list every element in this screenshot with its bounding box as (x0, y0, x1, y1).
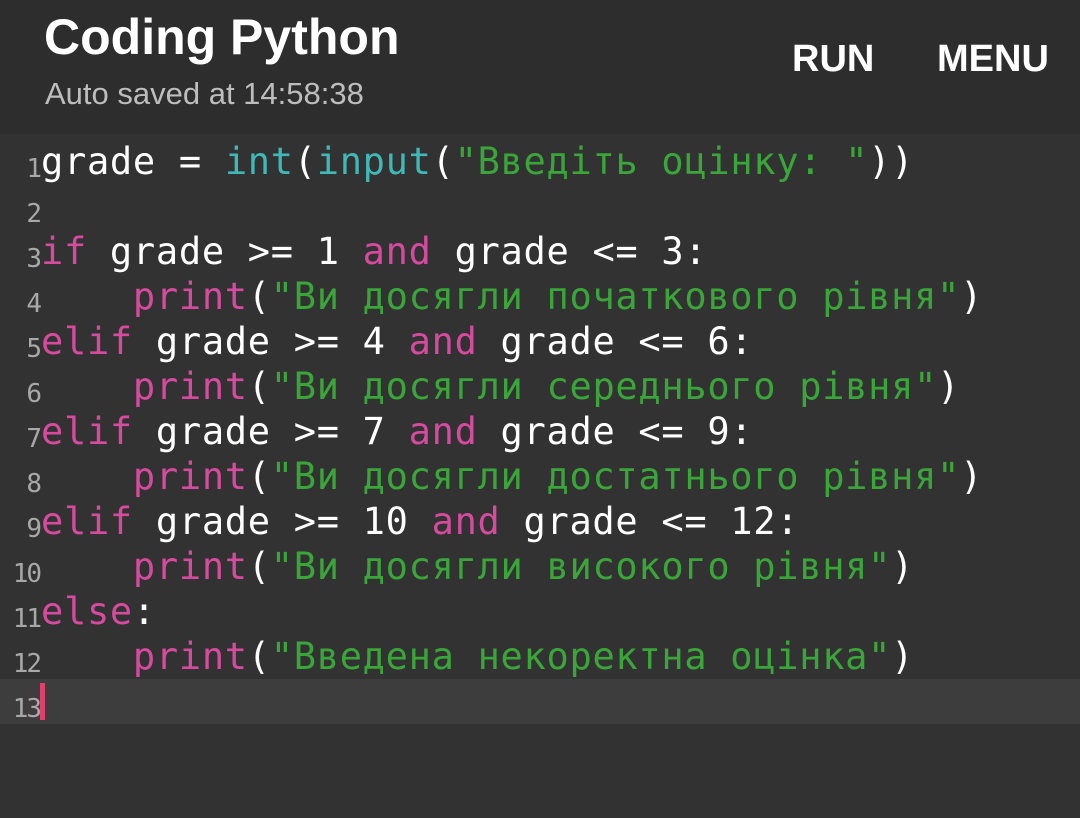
code-token: grade >= 1 (86, 230, 363, 273)
code-text: else: (41, 589, 156, 634)
string-token: "Ви досягли середнього рівня" (270, 365, 938, 408)
string-token: "Ви досягли високого рівня" (270, 545, 892, 588)
code-token: )) (868, 140, 915, 183)
code-token: ( (247, 545, 271, 588)
autosave-status: Auto saved at 14:58:38 (45, 76, 364, 111)
code-token: grade >= 7 (132, 410, 409, 453)
app-toolbar: Coding Python Auto saved at 14:58:38 RUN… (0, 0, 1080, 134)
code-line[interactable]: 10 print("Ви досягли високого рівня") (0, 544, 1080, 589)
code-token: ( (431, 140, 455, 183)
code-text: print("Ви досягли початкового рівня") (41, 274, 983, 319)
keyword-token: and (431, 500, 501, 543)
string-token: "Ви досягли достатнього рівня" (270, 455, 961, 498)
string-token: "Введена некоректна оцінка" (270, 635, 892, 678)
code-token: ) (937, 365, 961, 408)
code-line[interactable]: 9 elif grade >= 10 and grade <= 12: (0, 499, 1080, 544)
code-token: grade = (41, 140, 225, 183)
string-token: "Ви досягли початкового рівня" (270, 275, 961, 318)
code-line[interactable]: 6 print("Ви досягли середнього рівня") (0, 364, 1080, 409)
code-line[interactable]: 3 if grade >= 1 and grade <= 3: (0, 229, 1080, 274)
keyword-token: print (132, 635, 248, 678)
keyword-token: elif (41, 320, 133, 363)
code-editor[interactable]: 1 grade = int(input("Введіть оцінку: ")) 2… (0, 134, 1080, 818)
code-line[interactable]: 8 print("Ви досягли достатнього рівня") (0, 454, 1080, 499)
code-text: print("Ви досягли середнього рівня") (41, 364, 960, 409)
text-cursor (40, 683, 45, 720)
line-number: 13 (12, 694, 42, 724)
code-line[interactable]: 2 (0, 184, 1080, 229)
keyword-token: else (41, 590, 133, 633)
code-token: ) (960, 275, 984, 318)
code-token: ( (247, 455, 271, 498)
keyword-token: elif (41, 410, 133, 453)
code-text: elif grade >= 4 and grade <= 6: (41, 319, 753, 364)
keyword-token: and (408, 410, 478, 453)
code-line[interactable]: 12 print("Введена некоректна оцінка") (0, 634, 1080, 679)
code-token: ) (891, 545, 915, 588)
code-token: : (132, 590, 156, 633)
builtin-token: int (224, 140, 294, 183)
keyword-token: print (132, 275, 248, 318)
run-button[interactable]: RUN (792, 38, 874, 81)
code-token: grade <= 12: (500, 500, 800, 543)
code-editor-app: Coding Python Auto saved at 14:58:38 RUN… (0, 0, 1080, 818)
code-token: grade >= 10 (132, 500, 432, 543)
code-text: print("Ви досягли достатнього рівня") (41, 454, 983, 499)
code-text: print("Ви досягли високого рівня") (41, 544, 914, 589)
code-line[interactable]: 7 elif grade >= 7 and grade <= 9: (0, 409, 1080, 454)
keyword-token: print (132, 365, 248, 408)
keyword-token: and (408, 320, 478, 363)
menu-button[interactable]: MENU (937, 38, 1049, 81)
code-text: if grade >= 1 and grade <= 3: (41, 229, 707, 274)
code-text: print("Введена некоректна оцінка") (41, 634, 914, 679)
code-token: grade >= 4 (132, 320, 409, 363)
code-token: ( (293, 140, 317, 183)
keyword-token: elif (41, 500, 133, 543)
page-title: Coding Python (44, 9, 400, 65)
builtin-token: input (316, 140, 432, 183)
code-token: grade <= 9: (477, 410, 754, 453)
code-token: ) (891, 635, 915, 678)
code-line[interactable]: 1 grade = int(input("Введіть оцінку: ")) (0, 139, 1080, 184)
string-token: "Введіть оцінку: " (454, 140, 869, 183)
code-line[interactable]: 5 elif grade >= 4 and grade <= 6: (0, 319, 1080, 364)
code-token: ( (247, 275, 271, 318)
code-line[interactable]: 11 else: (0, 589, 1080, 634)
code-token: grade <= 3: (431, 230, 708, 273)
code-line[interactable]: 13 (0, 679, 1080, 724)
code-text: grade = int(input("Введіть оцінку: ")) (41, 139, 914, 184)
code-token: ( (247, 635, 271, 678)
code-token: ( (247, 365, 271, 408)
keyword-token: print (132, 455, 248, 498)
keyword-token: and (362, 230, 432, 273)
code-line[interactable]: 4 print("Ви досягли початкового рівня") (0, 274, 1080, 319)
code-token: grade <= 6: (477, 320, 754, 363)
keyword-token: if (41, 230, 87, 273)
code-text: elif grade >= 7 and grade <= 9: (41, 409, 753, 454)
code-token: ) (960, 455, 984, 498)
keyword-token: print (132, 545, 248, 588)
code-text: elif grade >= 10 and grade <= 12: (41, 499, 799, 544)
